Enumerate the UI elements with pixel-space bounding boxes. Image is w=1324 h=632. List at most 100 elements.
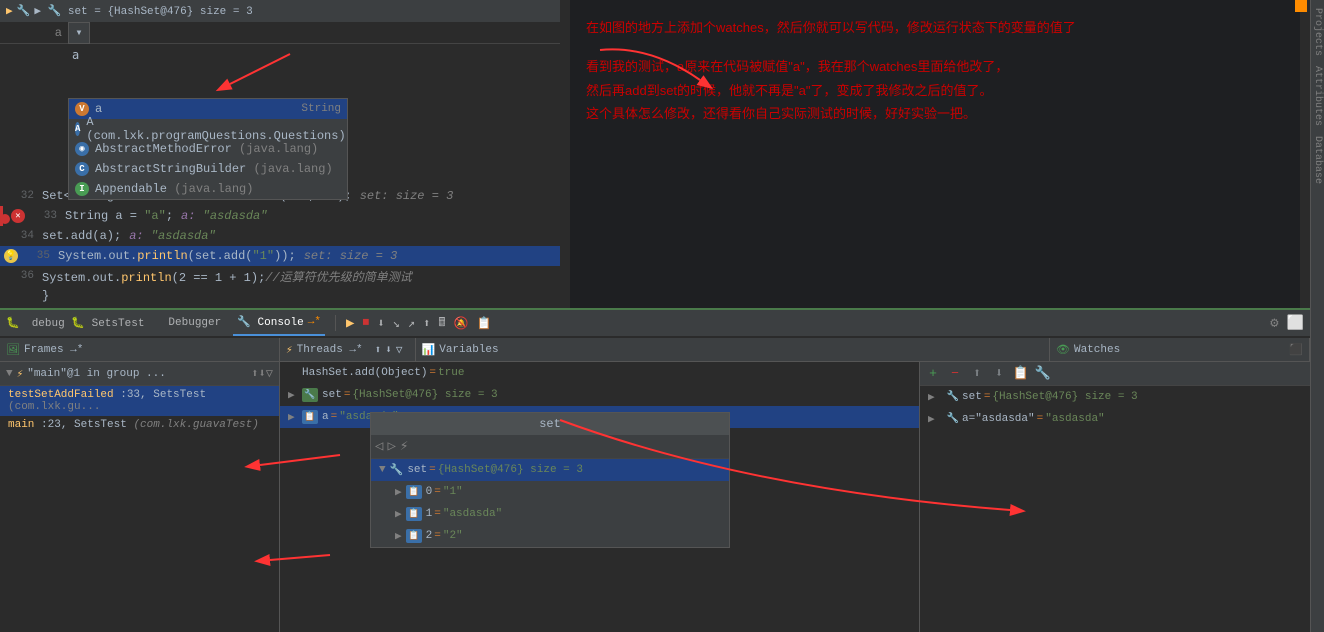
frames-panel: ▼ ⚡ "main"@1 in group ... ⬆ ⬇ ▽ testSetA…: [0, 362, 280, 632]
watch-item-a[interactable]: ▶ 🔧 a="asdasda" = "asdasda": [920, 408, 1310, 430]
popup-item-2[interactable]: ▶ 📋 2 = "2": [371, 525, 729, 547]
popup-item-0[interactable]: ▶ 📋 0 = "1": [371, 481, 729, 503]
frame-item-1[interactable]: main :23, SetsTest (com.lxk.guavaTest): [0, 416, 279, 434]
frames-header: 🖼 Frames →*: [0, 338, 280, 361]
frame-thread-main[interactable]: ▼ ⚡ "main"@1 in group ... ⬆ ⬇ ▽: [0, 362, 279, 386]
code-line-36: 36 System.out.println(2 == 1 + 1);//运算符优…: [0, 266, 560, 286]
code-line-35: 💡 35 System.out.println(set.add("1")); s…: [0, 246, 560, 266]
frame-package-1: (com.lxk.guavaTest): [133, 419, 258, 431]
btn-step-over[interactable]: ⬇: [377, 316, 384, 331]
popup-btn-fwd[interactable]: ▷: [387, 438, 395, 455]
threads-header: ⚡ Threads →* ⬆ ⬇ ▽: [280, 338, 416, 361]
variables-label: Variables: [439, 344, 498, 356]
annotation-panel: 在如图的地方上添加个watches，然后你就可以写代码，修改运行状态下的变量的值…: [570, 0, 1300, 310]
btn-resume[interactable]: ▶: [346, 315, 354, 332]
tab-debugger[interactable]: Debugger: [164, 310, 225, 336]
debug-label: 🐛: [6, 316, 20, 330]
debug-header: 🐛 debug 🐛 SetsTest Debugger 🔧 Console →*…: [0, 308, 1310, 336]
autocomplete-dropdown: V a String A A (com.lxk.programQuestions…: [68, 98, 348, 200]
ac-item-abstract-method[interactable]: ◉ AbstractMethodError (java.lang): [69, 139, 347, 159]
debug-content: ▼ ⚡ "main"@1 in group ... ⬆ ⬇ ▽ testSetA…: [0, 362, 1310, 632]
popup-icon-1: 📋: [406, 507, 422, 521]
frame-method-1: main: [8, 419, 34, 431]
code-lines: 32 Set<String> set = Sets.newHashSet("1"…: [0, 186, 560, 306]
popup-item-1[interactable]: ▶ 📋 1 = "asdasda": [371, 503, 729, 525]
threads-filter[interactable]: ▽: [396, 343, 403, 357]
btn-run-cursor[interactable]: ⬆: [423, 316, 430, 331]
toolbar-sep-1: [335, 315, 336, 331]
thread-up-btn[interactable]: ⬆: [251, 366, 258, 381]
popup-set-icon: 🔧: [390, 463, 404, 477]
sidebar-tab-projects[interactable]: Projects: [1312, 4, 1323, 60]
var-key-set: set: [322, 389, 342, 401]
btn-eval[interactable]: 🖩: [438, 313, 445, 334]
popup-item-set[interactable]: ▼ 🔧 set = {HashSet@476} size = 3: [371, 459, 729, 481]
variables-header: 📊 Variables: [416, 338, 1050, 361]
annotation-line1: 在如图的地方上添加个watches，然后你就可以写代码，修改运行状态下的变量的值…: [586, 16, 1284, 39]
watches-panel: + − ⬆ ⬇ 📋 🔧 ▶ 🔧 set = {HashSet@476} size…: [920, 362, 1310, 632]
threads-icon: ⚡: [286, 343, 293, 357]
watch-remove-btn[interactable]: −: [946, 366, 964, 381]
frame-package: (com.lxk.gu...: [8, 401, 100, 413]
sidebar-tab-database[interactable]: Database: [1312, 132, 1323, 188]
btn-settings-debug[interactable]: ⚙: [1270, 315, 1278, 332]
variables-icon: 📊: [422, 343, 436, 357]
frame-item-0[interactable]: testSetAddFailed :33, SetsTest (com.lxk.…: [0, 386, 279, 416]
frame-line: :33, SetsTest: [120, 389, 206, 401]
ac-icon-C: C: [75, 162, 89, 176]
var-icon-set: 🔧: [302, 388, 318, 402]
btn-step-into[interactable]: ↘: [393, 316, 400, 331]
watches-label: Watches: [1074, 344, 1120, 356]
sidebar-tab-attributes[interactable]: Attributes: [1312, 62, 1323, 130]
ac-item-A[interactable]: A A (com.lxk.programQuestions.Questions): [69, 119, 347, 139]
watch-item-set[interactable]: ▶ 🔧 set = {HashSet@476} size = 3: [920, 386, 1310, 408]
code-editor: ▶ 🔧 ▶ 🔧 set = {HashSet@476} size = 3 a ▾…: [0, 0, 560, 310]
popup-btn-jump[interactable]: ⚡: [400, 438, 408, 455]
watch-up-btn[interactable]: ⬆: [968, 366, 986, 381]
info-icon-35: 💡: [4, 249, 18, 263]
ac-icon-I: I: [75, 182, 89, 196]
btn-restore[interactable]: ⬜: [1287, 315, 1304, 332]
thread-name: "main"@1 in group ...: [27, 368, 166, 380]
threads-down[interactable]: ⬇: [385, 343, 392, 357]
dropdown-btn[interactable]: ▾: [68, 22, 90, 44]
watches-header: 👁 Watches ⬛: [1050, 338, 1310, 361]
popup-btn-back[interactable]: ◁: [375, 438, 383, 455]
watches-expand[interactable]: ⬛: [1289, 343, 1303, 357]
popup-icon-0: 📋: [406, 485, 422, 499]
ac-item-abstract-sb[interactable]: C AbstractStringBuilder (java.lang): [69, 159, 347, 179]
var-item-set[interactable]: ▶ 🔧 set = {HashSet@476} size = 3: [280, 384, 919, 406]
threads-up[interactable]: ⬆: [375, 343, 382, 357]
watches-toolbar: + − ⬆ ⬇ 📋 🔧: [920, 362, 1310, 386]
code-input-field[interactable]: [68, 44, 498, 66]
frame-method: testSetAddFailed: [8, 389, 114, 401]
btn-frames[interactable]: 📋: [476, 316, 491, 331]
right-sidebar: Projects Attributes Database: [1310, 0, 1324, 632]
btn-stop[interactable]: ⏹: [362, 315, 369, 331]
popup-icon-2: 📋: [406, 529, 422, 543]
code-line-close: }: [0, 286, 560, 306]
tab-console[interactable]: 🔧 Console →*: [233, 310, 325, 336]
thread-expand[interactable]: ▼: [6, 368, 13, 380]
watch-add-btn[interactable]: +: [924, 366, 942, 381]
watch-a-icon: 🔧: [946, 412, 960, 426]
frame-arrow[interactable]: ▶: [6, 4, 13, 18]
panel-headers: 🖼 Frames →* ⚡ Threads →* ⬆ ⬇ ▽ 📊 Variabl…: [0, 338, 1310, 362]
debug-title: debug 🐛 SetsTest: [32, 316, 145, 330]
watch-settings-btn[interactable]: 🔧: [1034, 366, 1052, 381]
btn-step-out[interactable]: ↗: [408, 316, 415, 331]
annotation-line3: 看到我的测试，a原来在代码被赋值"a"，我在那个watches里面给他改了，: [586, 55, 1284, 78]
frame-text: ▶ 🔧 set = {HashSet@476} size = 3: [34, 4, 252, 18]
var-item-hashadd[interactable]: HashSet.add(Object) = true: [280, 362, 919, 384]
thread-down-btn[interactable]: ⬇: [259, 366, 266, 381]
watch-copy-btn[interactable]: 📋: [1012, 366, 1030, 381]
code-line-33: ✕ 33 String a = "a"; a: "asdasda": [0, 206, 560, 226]
btn-mute[interactable]: 🔕: [454, 316, 469, 331]
breakpoint-33[interactable]: [0, 214, 10, 224]
ac-icon-A: A: [75, 122, 80, 136]
watch-down-btn[interactable]: ⬇: [990, 366, 1008, 381]
thread-filter-btn[interactable]: ▽: [266, 366, 273, 381]
code-input-row: a ▾: [0, 22, 560, 44]
var-key-a: a: [322, 411, 329, 423]
ac-item-appendable[interactable]: I Appendable (java.lang): [69, 179, 347, 199]
